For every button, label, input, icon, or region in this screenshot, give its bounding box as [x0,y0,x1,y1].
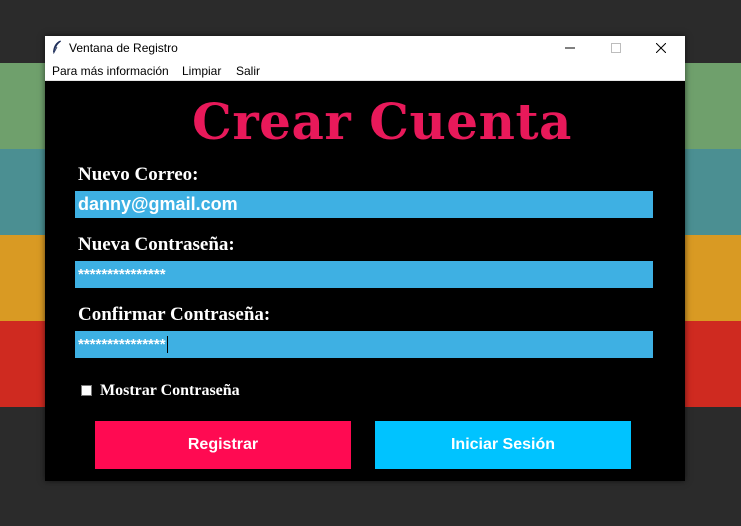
show-password-label: Mostrar Contraseña [100,382,240,399]
menu-item-mas-informacion[interactable]: Para más información [52,64,169,78]
password-value: *************** [78,266,166,283]
minimize-button[interactable] [548,36,594,60]
window-title: Ventana de Registro [69,41,178,55]
menu-bar: Para más información Limpiar Salir [45,60,685,81]
register-button-label: Registrar [187,436,259,453]
minimize-icon [565,47,575,49]
email-field[interactable]: danny@gmail.com [75,191,653,218]
show-password-checkbox[interactable] [81,385,92,396]
page-title: Crear Cuenta [192,92,572,151]
password-label: Nueva Contraseña: [78,234,235,255]
title-bar[interactable]: Ventana de Registro [45,36,685,60]
menu-item-salir[interactable]: Salir [236,64,260,78]
confirm-password-label: Confirmar Contraseña: [78,304,271,325]
close-button[interactable] [639,36,685,60]
close-icon [656,43,666,53]
confirm-password-field[interactable]: *************** [75,331,653,358]
password-field[interactable]: *************** [75,261,653,288]
menu-item-limpiar[interactable]: Limpiar [182,64,221,78]
registration-window: Ventana de Registro Para más información… [45,36,685,481]
maximize-button[interactable] [594,36,640,60]
email-label: Nuevo Correo: [78,164,199,185]
feather-icon [52,40,62,54]
maximize-icon [611,43,621,53]
email-value: danny@gmail.com [78,194,238,214]
text-caret [166,336,168,353]
register-button[interactable]: Registrar [95,421,351,469]
confirm-password-value: *************** [78,336,166,353]
login-button[interactable]: Iniciar Sesión [375,421,631,469]
login-button-label: Iniciar Sesión [450,436,556,453]
